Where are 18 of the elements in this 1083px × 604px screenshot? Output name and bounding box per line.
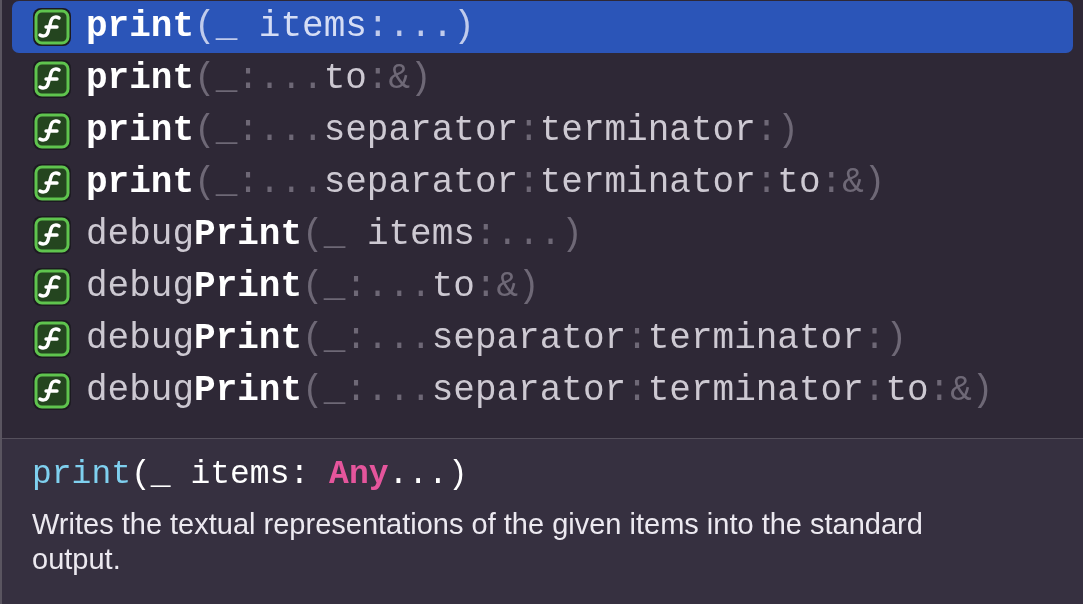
function-icon (32, 59, 72, 99)
function-icon (32, 215, 72, 255)
completion-item[interactable]: print(_:...separator:terminator:) (12, 105, 1073, 157)
function-icon (32, 111, 72, 151)
function-icon (32, 267, 72, 307)
function-icon (32, 319, 72, 359)
function-icon (32, 163, 72, 203)
completion-item[interactable]: print(_ items:...) (12, 1, 1073, 53)
completion-item[interactable]: debugPrint(_:...separator:terminator:to:&) (12, 365, 1073, 417)
completion-item[interactable]: debugPrint(_:...separator:terminator:) (12, 313, 1073, 365)
completion-item[interactable]: print(_:...to:&) (12, 53, 1073, 105)
completion-item[interactable]: debugPrint(_ items:...) (12, 209, 1073, 261)
function-icon (32, 371, 72, 411)
function-icon (32, 7, 72, 47)
completion-item[interactable]: debugPrint(_:...to:&) (12, 261, 1073, 313)
completion-item[interactable]: print(_:...separator:terminator:to:&) (12, 157, 1073, 209)
function-signature: print(_ items: Any...) (32, 455, 469, 495)
documentation-summary: Writes the textual representations of the given items into the standard output. (32, 507, 924, 577)
